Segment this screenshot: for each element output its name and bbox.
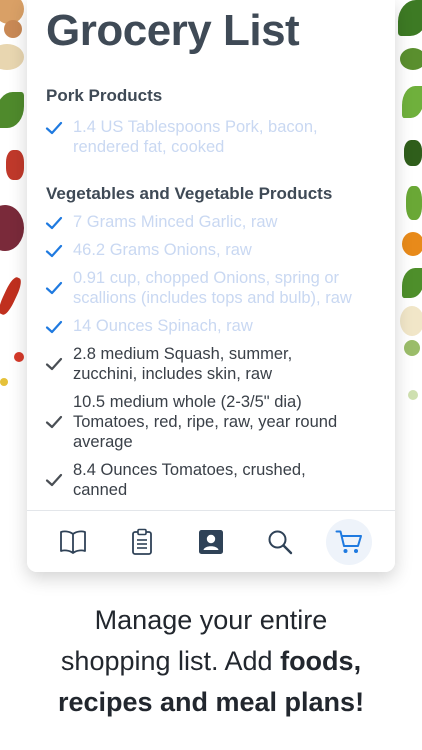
book-icon bbox=[60, 530, 86, 554]
grocery-list: Pork Products 1.4 US Tablespoons Pork, b… bbox=[27, 84, 395, 500]
check-icon[interactable] bbox=[45, 242, 63, 260]
list-item[interactable]: 2.8 medium Squash, summer, zucchini, inc… bbox=[27, 344, 395, 384]
clipboard-icon bbox=[132, 528, 152, 555]
check-icon[interactable] bbox=[45, 214, 63, 232]
cart-icon bbox=[335, 530, 362, 553]
item-text-line: zucchini, includes skin, raw bbox=[73, 365, 272, 383]
tab-profile[interactable] bbox=[188, 519, 234, 565]
tab-recipes[interactable] bbox=[50, 519, 96, 565]
caption-line: Manage your entire bbox=[94, 605, 328, 635]
item-text-line: 7 Grams Minced Garlic, raw bbox=[73, 213, 278, 231]
caption-bold-text: foods, bbox=[280, 646, 362, 676]
item-text-line: Tomatoes, red, ripe, raw, year round bbox=[73, 413, 338, 431]
tab-bar bbox=[27, 510, 395, 572]
check-icon[interactable] bbox=[45, 355, 63, 373]
caption-line: recipes and meal plans! bbox=[0, 682, 422, 723]
item-text-line: 14 Ounces Spinach, raw bbox=[73, 317, 253, 335]
item-text-line: 1.4 US Tablespoons Pork, bacon, bbox=[73, 118, 318, 136]
list-item[interactable]: 0.91 cup, chopped Onions, spring or scal… bbox=[27, 268, 395, 308]
item-text-line: 10.5 medium whole (2-3/5" dia) bbox=[73, 393, 302, 411]
item-text-line: 8.4 Ounces Tomatoes, crushed, bbox=[73, 461, 306, 479]
item-text-line: rendered fat, cooked bbox=[73, 138, 225, 156]
list-item[interactable]: 14 Ounces Spinach, raw bbox=[27, 316, 395, 336]
section-header-vegetables: Vegetables and Vegetable Products bbox=[46, 184, 333, 203]
tab-grocery-list[interactable] bbox=[326, 519, 372, 565]
check-icon[interactable] bbox=[45, 413, 63, 431]
search-icon bbox=[268, 530, 293, 555]
check-icon[interactable] bbox=[45, 471, 63, 489]
check-icon[interactable] bbox=[45, 279, 63, 297]
item-text-line: 0.91 cup, chopped Onions, spring or bbox=[73, 269, 340, 287]
item-text-line: 46.2 Grams Onions, raw bbox=[73, 241, 252, 259]
tab-meal-plans[interactable] bbox=[119, 519, 165, 565]
caption-bold-text: recipes and meal plans! bbox=[57, 687, 365, 717]
item-text-line: canned bbox=[73, 481, 128, 499]
grocery-list-card: Grocery List Pork Products 1.4 US Tables… bbox=[27, 0, 395, 572]
list-item[interactable]: 10.5 medium whole (2-3/5" dia) Tomatoes,… bbox=[27, 392, 395, 452]
list-item[interactable]: 7 Grams Minced Garlic, raw bbox=[27, 212, 395, 232]
contact-icon bbox=[199, 530, 223, 554]
page-title: Grocery List bbox=[46, 6, 300, 55]
tab-search[interactable] bbox=[257, 519, 303, 565]
list-item[interactable]: 8.4 Ounces Tomatoes, crushed, canned bbox=[27, 460, 395, 500]
caption-text: shopping list. Add bbox=[60, 646, 281, 676]
caption-line: shopping list. Add foods, bbox=[0, 641, 422, 682]
section-header-pork: Pork Products bbox=[46, 86, 163, 105]
item-text-line: 2.8 medium Squash, summer, bbox=[73, 345, 293, 363]
item-text-line: average bbox=[73, 433, 133, 451]
check-icon[interactable] bbox=[45, 119, 63, 137]
marketing-caption: Manage your entire shopping list. Add fo… bbox=[0, 600, 422, 723]
item-text-line: scallions (includes tops and bulb), raw bbox=[73, 289, 352, 307]
list-item[interactable]: 46.2 Grams Onions, raw bbox=[27, 240, 395, 260]
list-item[interactable]: 1.4 US Tablespoons Pork, bacon, rendered… bbox=[27, 117, 395, 157]
check-icon[interactable] bbox=[45, 318, 63, 336]
